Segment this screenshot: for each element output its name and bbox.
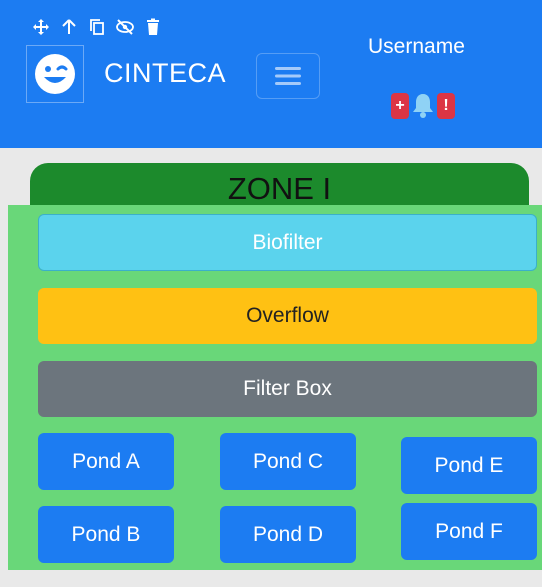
brand-logo[interactable] [26, 45, 84, 103]
bell-icon[interactable] [410, 91, 436, 119]
zone-title: ZONE I [227, 171, 332, 206]
pond-a-button[interactable]: Pond A [38, 433, 174, 490]
filter-box-button[interactable]: Filter Box [38, 361, 537, 417]
biofilter-button[interactable]: Biofilter [38, 214, 537, 271]
arrow-up-icon[interactable] [58, 16, 80, 38]
hamburger-icon [275, 67, 301, 85]
copy-icon[interactable] [86, 16, 108, 38]
overflow-button[interactable]: Overflow [38, 288, 537, 344]
pond-d-button[interactable]: Pond D [220, 506, 356, 563]
menu-toggle-button[interactable] [256, 53, 320, 99]
eye-off-icon[interactable] [114, 16, 136, 38]
username-label[interactable]: Username [368, 35, 465, 59]
top-navbar: CINTECA Username + ! [0, 0, 542, 148]
notification-group[interactable]: + ! [391, 93, 457, 123]
pond-f-button[interactable]: Pond F [401, 503, 537, 560]
trash-icon[interactable] [142, 16, 164, 38]
move-icon[interactable] [30, 16, 52, 38]
add-badge[interactable]: + [391, 93, 409, 119]
element-edit-toolbar [24, 12, 176, 42]
alert-badge[interactable]: ! [437, 93, 455, 119]
pond-e-button[interactable]: Pond E [401, 437, 537, 494]
wink-face-icon [35, 54, 75, 94]
brand-name[interactable]: CINTECA [104, 58, 226, 89]
pond-c-button[interactable]: Pond C [220, 433, 356, 490]
pond-b-button[interactable]: Pond B [38, 506, 174, 563]
